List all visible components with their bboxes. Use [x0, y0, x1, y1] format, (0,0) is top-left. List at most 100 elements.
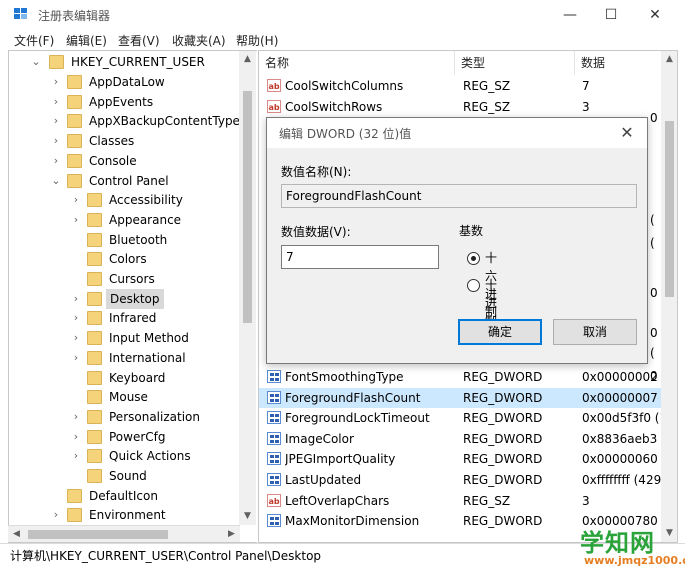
value-row[interactable]: LastUpdated REG_DWORD 0xffffffff (4294	[259, 470, 662, 490]
chevron-right-icon[interactable]: ›	[51, 72, 61, 92]
scroll-up-icon[interactable]: ▲	[661, 51, 677, 68]
chevron-right-icon[interactable]: ›	[51, 92, 61, 112]
menu-favorites[interactable]: 收藏夹(A)	[172, 32, 226, 49]
value-row[interactable]: ForegroundLockTimeout REG_DWORD 0x00d5f3f0…	[259, 408, 662, 428]
value-row[interactable]: ab LeftOverlapChars REG_SZ 3	[259, 491, 662, 511]
chevron-right-icon[interactable]: ›	[51, 131, 61, 151]
chevron-right-icon[interactable]: ›	[71, 190, 81, 210]
value-row[interactable]: ImageColor REG_DWORD 0x8836aeb3 (	[259, 429, 662, 449]
value-type: REG_DWORD	[463, 411, 543, 426]
folder-icon	[67, 153, 82, 168]
tree-item[interactable]: › AppXBackupContentType	[9, 111, 240, 131]
menu-view[interactable]: 查看(V)	[118, 32, 160, 49]
chevron-right-icon[interactable]: ›	[71, 210, 81, 230]
scrollbar-thumb[interactable]	[28, 530, 168, 539]
watermark-logo: 学知网 www.jmqz1000.com	[580, 523, 685, 568]
folder-icon	[67, 508, 82, 523]
chevron-down-icon[interactable]: ⌄	[51, 171, 61, 191]
binary-value-icon	[267, 390, 281, 404]
tree-item[interactable]: Sound	[9, 466, 237, 486]
list-vertical-scrollbar[interactable]: ▲ ▼	[661, 51, 677, 542]
scroll-up-icon[interactable]: ▲	[239, 51, 256, 68]
value-name-label: 数值名称(N):	[281, 165, 352, 179]
chevron-right-icon[interactable]: ›	[71, 308, 81, 328]
tree-item-label: Mouse	[109, 390, 148, 405]
tree-item[interactable]: › Input Method	[9, 328, 237, 348]
edit-dword-dialog: 编辑 DWORD (32 位)值 ✕ 数值名称(N): ForegroundFl…	[266, 117, 648, 364]
tree-item[interactable]: › International	[9, 348, 237, 368]
scroll-left-icon[interactable]: ◀	[8, 526, 25, 543]
tree-item[interactable]: › Desktop	[9, 288, 237, 309]
registry-tree[interactable]: ⌄ HKEY_CURRENT_USER › AppDataLow › AppEvent…	[8, 50, 257, 543]
value-row[interactable]: ForegroundFlashCount REG_DWORD 0x00000007 …	[259, 387, 662, 408]
string-value-icon: ab	[267, 493, 281, 507]
binary-value-icon	[267, 514, 281, 528]
tree-item[interactable]: › Environment	[9, 505, 237, 525]
scrollbar-thumb[interactable]	[243, 91, 252, 323]
watermark-url: www.jmqz1000.com	[584, 554, 685, 567]
tree-item[interactable]: › Appearance	[9, 210, 237, 230]
tree-item[interactable]: › Personalization	[9, 407, 237, 427]
tree-horizontal-scrollbar[interactable]: ◀ ▶	[8, 525, 240, 542]
tree-item[interactable]: ⌄ Control Panel	[9, 171, 237, 191]
minimize-button[interactable]: —	[547, 0, 593, 30]
chevron-right-icon[interactable]: ›	[71, 289, 81, 309]
tree-item[interactable]: › Accessibility	[9, 190, 237, 210]
tree-item[interactable]: Keyboard	[9, 368, 237, 388]
column-header-data[interactable]: 数据	[575, 51, 663, 75]
close-button[interactable]: ✕	[632, 0, 678, 30]
ok-button[interactable]: 确定	[458, 319, 542, 345]
value-data-input[interactable]: 7	[281, 245, 439, 269]
chevron-right-icon[interactable]: ›	[51, 505, 61, 525]
tree-item[interactable]: Colors	[9, 249, 237, 269]
chevron-down-icon[interactable]: ⌄	[31, 52, 41, 72]
folder-icon	[87, 350, 102, 365]
folder-icon	[87, 232, 102, 247]
tree-item[interactable]: › Infrared	[9, 308, 237, 328]
tree-item-hkcu[interactable]: ⌄ HKEY_CURRENT_USER	[9, 52, 239, 72]
tree-item[interactable]: › Console	[9, 151, 237, 171]
chevron-right-icon[interactable]: ›	[71, 427, 81, 447]
chevron-right-icon[interactable]: ›	[71, 348, 81, 368]
chevron-right-icon[interactable]: ›	[51, 111, 61, 131]
tree-item-label: Quick Actions	[109, 449, 191, 464]
tree-item[interactable]: Cursors	[9, 269, 237, 289]
menu-help[interactable]: 帮助(H)	[236, 32, 278, 49]
tree-item[interactable]: › AppEvents	[9, 92, 237, 112]
dialog-title: 编辑 DWORD (32 位)值	[279, 127, 412, 141]
chevron-right-icon[interactable]: ›	[71, 328, 81, 348]
tree-item[interactable]: › PowerCfg	[9, 427, 237, 447]
tree-item-label: AppDataLow	[89, 75, 165, 89]
maximize-button[interactable]: ☐	[588, 0, 634, 30]
radio-selected-icon[interactable]	[467, 252, 480, 265]
folder-icon	[87, 370, 102, 385]
column-header-type[interactable]: 类型	[455, 51, 575, 75]
tree-item[interactable]: › Quick Actions	[9, 446, 237, 466]
chevron-right-icon[interactable]: ›	[71, 407, 81, 427]
tree-item[interactable]: Bluetooth	[9, 230, 237, 250]
binary-value-icon	[267, 370, 281, 383]
scroll-right-icon[interactable]: ▶	[223, 526, 240, 543]
value-type: REG_DWORD	[463, 514, 543, 529]
column-header-name[interactable]: 名称	[259, 51, 455, 75]
scrollbar-thumb[interactable]	[665, 121, 674, 297]
cancel-button[interactable]: 取消	[553, 319, 637, 345]
tree-item[interactable]: › AppDataLow	[9, 72, 237, 92]
radio-unselected-icon[interactable]	[467, 279, 480, 292]
tree-item[interactable]: › Classes	[9, 131, 237, 151]
menu-edit[interactable]: 编辑(E)	[66, 32, 107, 49]
value-row[interactable]: ab CoolSwitchRows REG_SZ 3	[259, 97, 662, 117]
dialog-close-icon[interactable]: ✕	[615, 121, 639, 145]
tree-vertical-scrollbar[interactable]: ▲ ▼	[239, 51, 256, 525]
value-row[interactable]: ab CoolSwitchColumns REG_SZ 7	[259, 76, 662, 96]
menu-file[interactable]: 文件(F)	[14, 32, 54, 49]
value-row[interactable]: JPEGImportQuality REG_DWORD 0x00000060 (	[259, 449, 662, 469]
scroll-down-icon[interactable]: ▼	[239, 508, 256, 525]
chevron-right-icon[interactable]: ›	[71, 446, 81, 466]
chevron-right-icon[interactable]: ›	[51, 151, 61, 171]
value-name: LeftOverlapChars	[285, 493, 390, 508]
tree-item[interactable]: Mouse	[9, 387, 237, 407]
folder-icon	[87, 449, 102, 464]
tree-item[interactable]: DefaultIcon	[9, 486, 237, 506]
value-row[interactable]: FontSmoothingType REG_DWORD 0x00000002 (	[259, 367, 662, 387]
